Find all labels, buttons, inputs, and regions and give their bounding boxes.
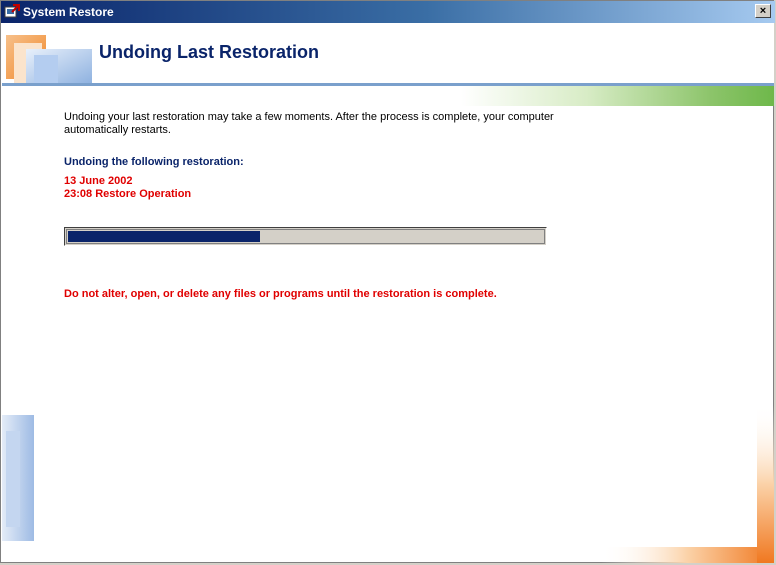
description-text: Undoing your last restoration may take a… [64,111,554,136]
close-button[interactable]: × [755,4,771,18]
right-decoration [601,405,774,563]
progress-fill [68,231,261,242]
left-decoration [2,415,34,541]
restoration-heading: Undoing the following restoration: [64,156,244,168]
system-restore-window: System Restore × Undoing Last Restoratio… [0,0,775,563]
progress-track [66,229,545,244]
close-icon: × [759,5,767,17]
header: Undoing Last Restoration [2,23,774,83]
restore-date: 13 June 2002 [64,175,133,187]
page-title: Undoing Last Restoration [99,42,319,62]
restore-operation: 23:08 Restore Operation [64,188,192,200]
system-restore-icon [4,4,20,18]
title-bar[interactable]: System Restore × [1,1,775,23]
progress-bar [64,227,547,246]
warning-text: Do not alter, open, or delete any files … [64,288,497,300]
green-accent-band [461,86,774,106]
restore-logo-icon [6,35,92,83]
window-title: System Restore [23,5,114,19]
